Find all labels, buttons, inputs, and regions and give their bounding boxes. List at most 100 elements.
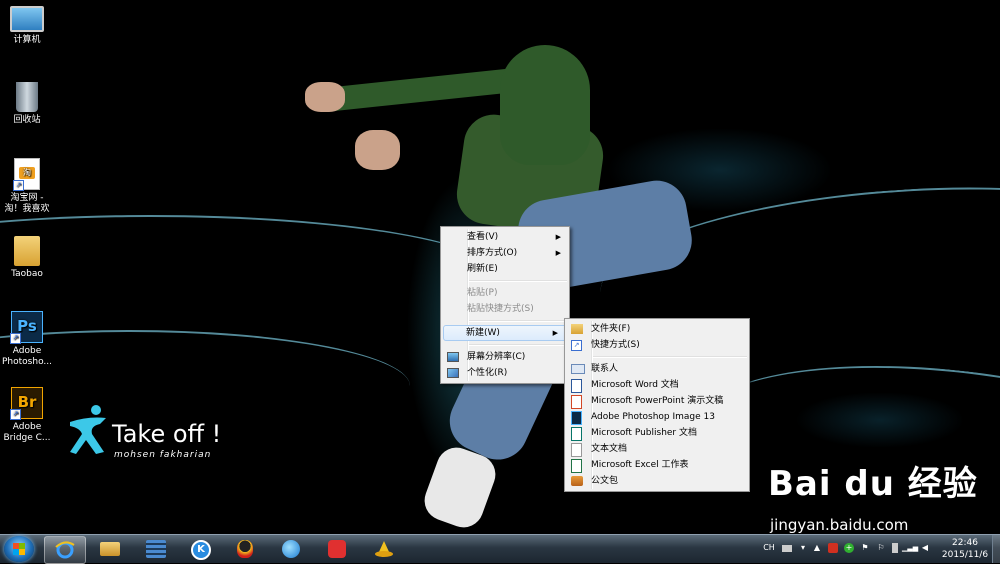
word-document-icon [571, 379, 582, 393]
language-indicator[interactable]: CH [762, 543, 776, 553]
show-desktop-button[interactable] [992, 535, 1000, 563]
taskbar-browser-button[interactable] [272, 536, 312, 562]
menu-item-new-word[interactable]: Microsoft Word 文档 [565, 377, 749, 393]
new-submenu: 文件夹(F) ↗ 快捷方式(S) 联系人 Microsoft Word 文档 M… [564, 318, 750, 492]
taobao-badge: 淘 [19, 167, 35, 179]
menu-separator [469, 344, 567, 346]
security-tray-icon[interactable] [828, 543, 838, 553]
action-center-icon[interactable]: ⚐ [876, 543, 886, 553]
file-explorer-icon [100, 542, 120, 556]
flag-icon[interactable]: ⚑ [860, 543, 870, 553]
menu-separator [469, 280, 567, 282]
menu-item-label: 排序方式(O) [467, 248, 518, 258]
plus-tray-icon[interactable]: + [844, 543, 854, 553]
menu-item-new[interactable]: 新建(W) ▶ [443, 325, 567, 341]
wizard-hat-icon [375, 541, 393, 557]
desktop[interactable]: 计算机 回收站 淘 ↗ 淘宝网 - 淘！我喜欢 Taobao Ps ↗ Adob… [0, 0, 1000, 534]
menu-item-label: 文件夹(F) [591, 324, 631, 334]
menu-item-new-folder[interactable]: 文件夹(F) [565, 321, 749, 337]
folder-icon [571, 324, 583, 334]
menu-item-new-powerpoint[interactable]: Microsoft PowerPoint 演示文稿 [565, 393, 749, 409]
menu-item-view[interactable]: 查看(V) ▶ [441, 229, 569, 245]
menu-item-label: Microsoft PowerPoint 演示文稿 [591, 396, 724, 406]
power-icon[interactable] [892, 543, 898, 553]
bridge-icon: Br ↗ [10, 387, 43, 420]
shortcut-icon: ↗ [571, 340, 582, 351]
menu-item-paste-shortcut[interactable]: 粘贴快捷方式(S) [441, 301, 569, 317]
taskbar-media-button[interactable] [136, 536, 176, 562]
taskbar-wizard-button[interactable] [364, 536, 404, 562]
menu-item-new-shortcut[interactable]: ↗ 快捷方式(S) [565, 337, 749, 353]
menu-item-label: 公文包 [591, 476, 619, 486]
shortcut-arrow-icon: ↗ [13, 180, 24, 191]
publisher-document-icon [571, 427, 582, 441]
desktop-icon-label: Adobe Bridge C... [3, 422, 51, 443]
menu-item-new-contact[interactable]: 联系人 [565, 361, 749, 377]
recycle-bin-icon [16, 82, 38, 112]
logo-title: Take off ! [112, 420, 222, 448]
taskbar-explorer-button[interactable] [90, 536, 130, 562]
menu-item-new-briefcase[interactable]: 公文包 [565, 473, 749, 489]
taskbar-qq-button[interactable] [227, 536, 267, 562]
menu-item-label: 粘贴快捷方式(S) [467, 304, 534, 314]
desktop-icon-taobao-folder[interactable]: Taobao [1, 236, 53, 280]
internet-explorer-icon [55, 541, 75, 559]
menu-item-label: 联系人 [591, 364, 619, 374]
start-button[interactable] [4, 536, 34, 562]
menu-item-personalize[interactable]: 个性化(R) [441, 365, 569, 381]
baidu-watermark: Bai du 经验 jingyan.baidu.com [768, 456, 978, 534]
menu-item-paste[interactable]: 粘贴(P) [441, 285, 569, 301]
briefcase-icon [571, 476, 583, 486]
clock-date: 2015/11/6 [941, 550, 989, 560]
desktop-context-menu: 查看(V) ▶ 排序方式(O) ▶ 刷新(E) 粘贴(P) 粘贴快捷方式(S) … [440, 226, 570, 384]
submenu-arrow-icon: ▶ [555, 249, 561, 257]
desktop-icon-recycle-bin[interactable]: 回收站 [1, 82, 53, 126]
menu-item-label: 个性化(R) [467, 368, 508, 378]
menu-item-new-publisher[interactable]: Microsoft Publisher 文档 [565, 425, 749, 441]
menu-item-label: 查看(V) [467, 232, 499, 242]
network-icon[interactable]: ▁▃▅ [902, 543, 918, 553]
contact-card-icon [571, 364, 585, 374]
wallpaper-dancer-hand [305, 82, 345, 112]
shortcut-arrow-icon: ↗ [10, 333, 21, 344]
desktop-icon-label: Taobao [11, 269, 43, 279]
photoshop-image-icon [571, 411, 582, 425]
menu-item-screen-resolution[interactable]: 屏幕分辨率(C) [441, 349, 569, 365]
desktop-icon-photoshop[interactable]: Ps ↗ Adobe Photosho... [1, 311, 53, 368]
input-options-icon[interactable]: ▾ [798, 543, 808, 553]
media-player-icon [146, 540, 166, 558]
menu-item-label: Microsoft Word 文档 [591, 380, 679, 390]
menu-item-label: Microsoft Excel 工作表 [591, 460, 689, 470]
menu-item-refresh[interactable]: 刷新(E) [441, 261, 569, 277]
menu-item-sort[interactable]: 排序方式(O) ▶ [441, 245, 569, 261]
menu-separator [469, 320, 567, 322]
submenu-arrow-icon: ▶ [552, 329, 558, 337]
dancer-logo-icon [70, 405, 106, 454]
volume-icon[interactable]: ◀ [920, 543, 930, 553]
menu-item-new-excel[interactable]: Microsoft Excel 工作表 [565, 457, 749, 473]
desktop-icon-computer[interactable]: 计算机 [1, 6, 53, 46]
taskbar-game-button[interactable] [318, 536, 358, 562]
text-document-icon [571, 443, 582, 457]
submenu-arrow-icon: ▶ [555, 233, 561, 241]
logo-subtitle: mohsen fakharian [114, 450, 212, 460]
taskbar-kugou-button[interactable]: K [181, 536, 221, 562]
watermark-brand: Bai du 经验 [768, 464, 978, 504]
desktop-icon-bridge[interactable]: Br ↗ Adobe Bridge C... [1, 387, 53, 444]
keyboard-icon[interactable] [782, 545, 792, 552]
clock-time: 22:46 [952, 538, 978, 548]
desktop-icon-taobao-shortcut[interactable]: 淘 ↗ 淘宝网 - 淘！我喜欢 [1, 158, 53, 215]
computer-icon [10, 6, 44, 32]
wallpaper-dancer-arm [319, 67, 521, 113]
clock[interactable]: 22:46 2015/11/6 [940, 537, 990, 561]
menu-item-new-photoshop[interactable]: Adobe Photoshop Image 13 [565, 409, 749, 425]
watermark-url: jingyan.baidu.com [770, 516, 909, 534]
taskbar: K CH ▾ ▲ + ⚑ ⚐ ▁▃▅ ◀ 22:46 2015/11/6 [0, 534, 1000, 564]
taskbar-ie-button[interactable] [44, 536, 86, 564]
desktop-icon-label: Adobe Photosho... [2, 346, 52, 367]
game-icon [328, 540, 346, 558]
browser-icon [282, 540, 300, 558]
menu-item-new-text[interactable]: 文本文档 [565, 441, 749, 457]
wallpaper-dancer-hand [355, 130, 400, 170]
show-hidden-icons[interactable]: ▲ [812, 543, 822, 553]
